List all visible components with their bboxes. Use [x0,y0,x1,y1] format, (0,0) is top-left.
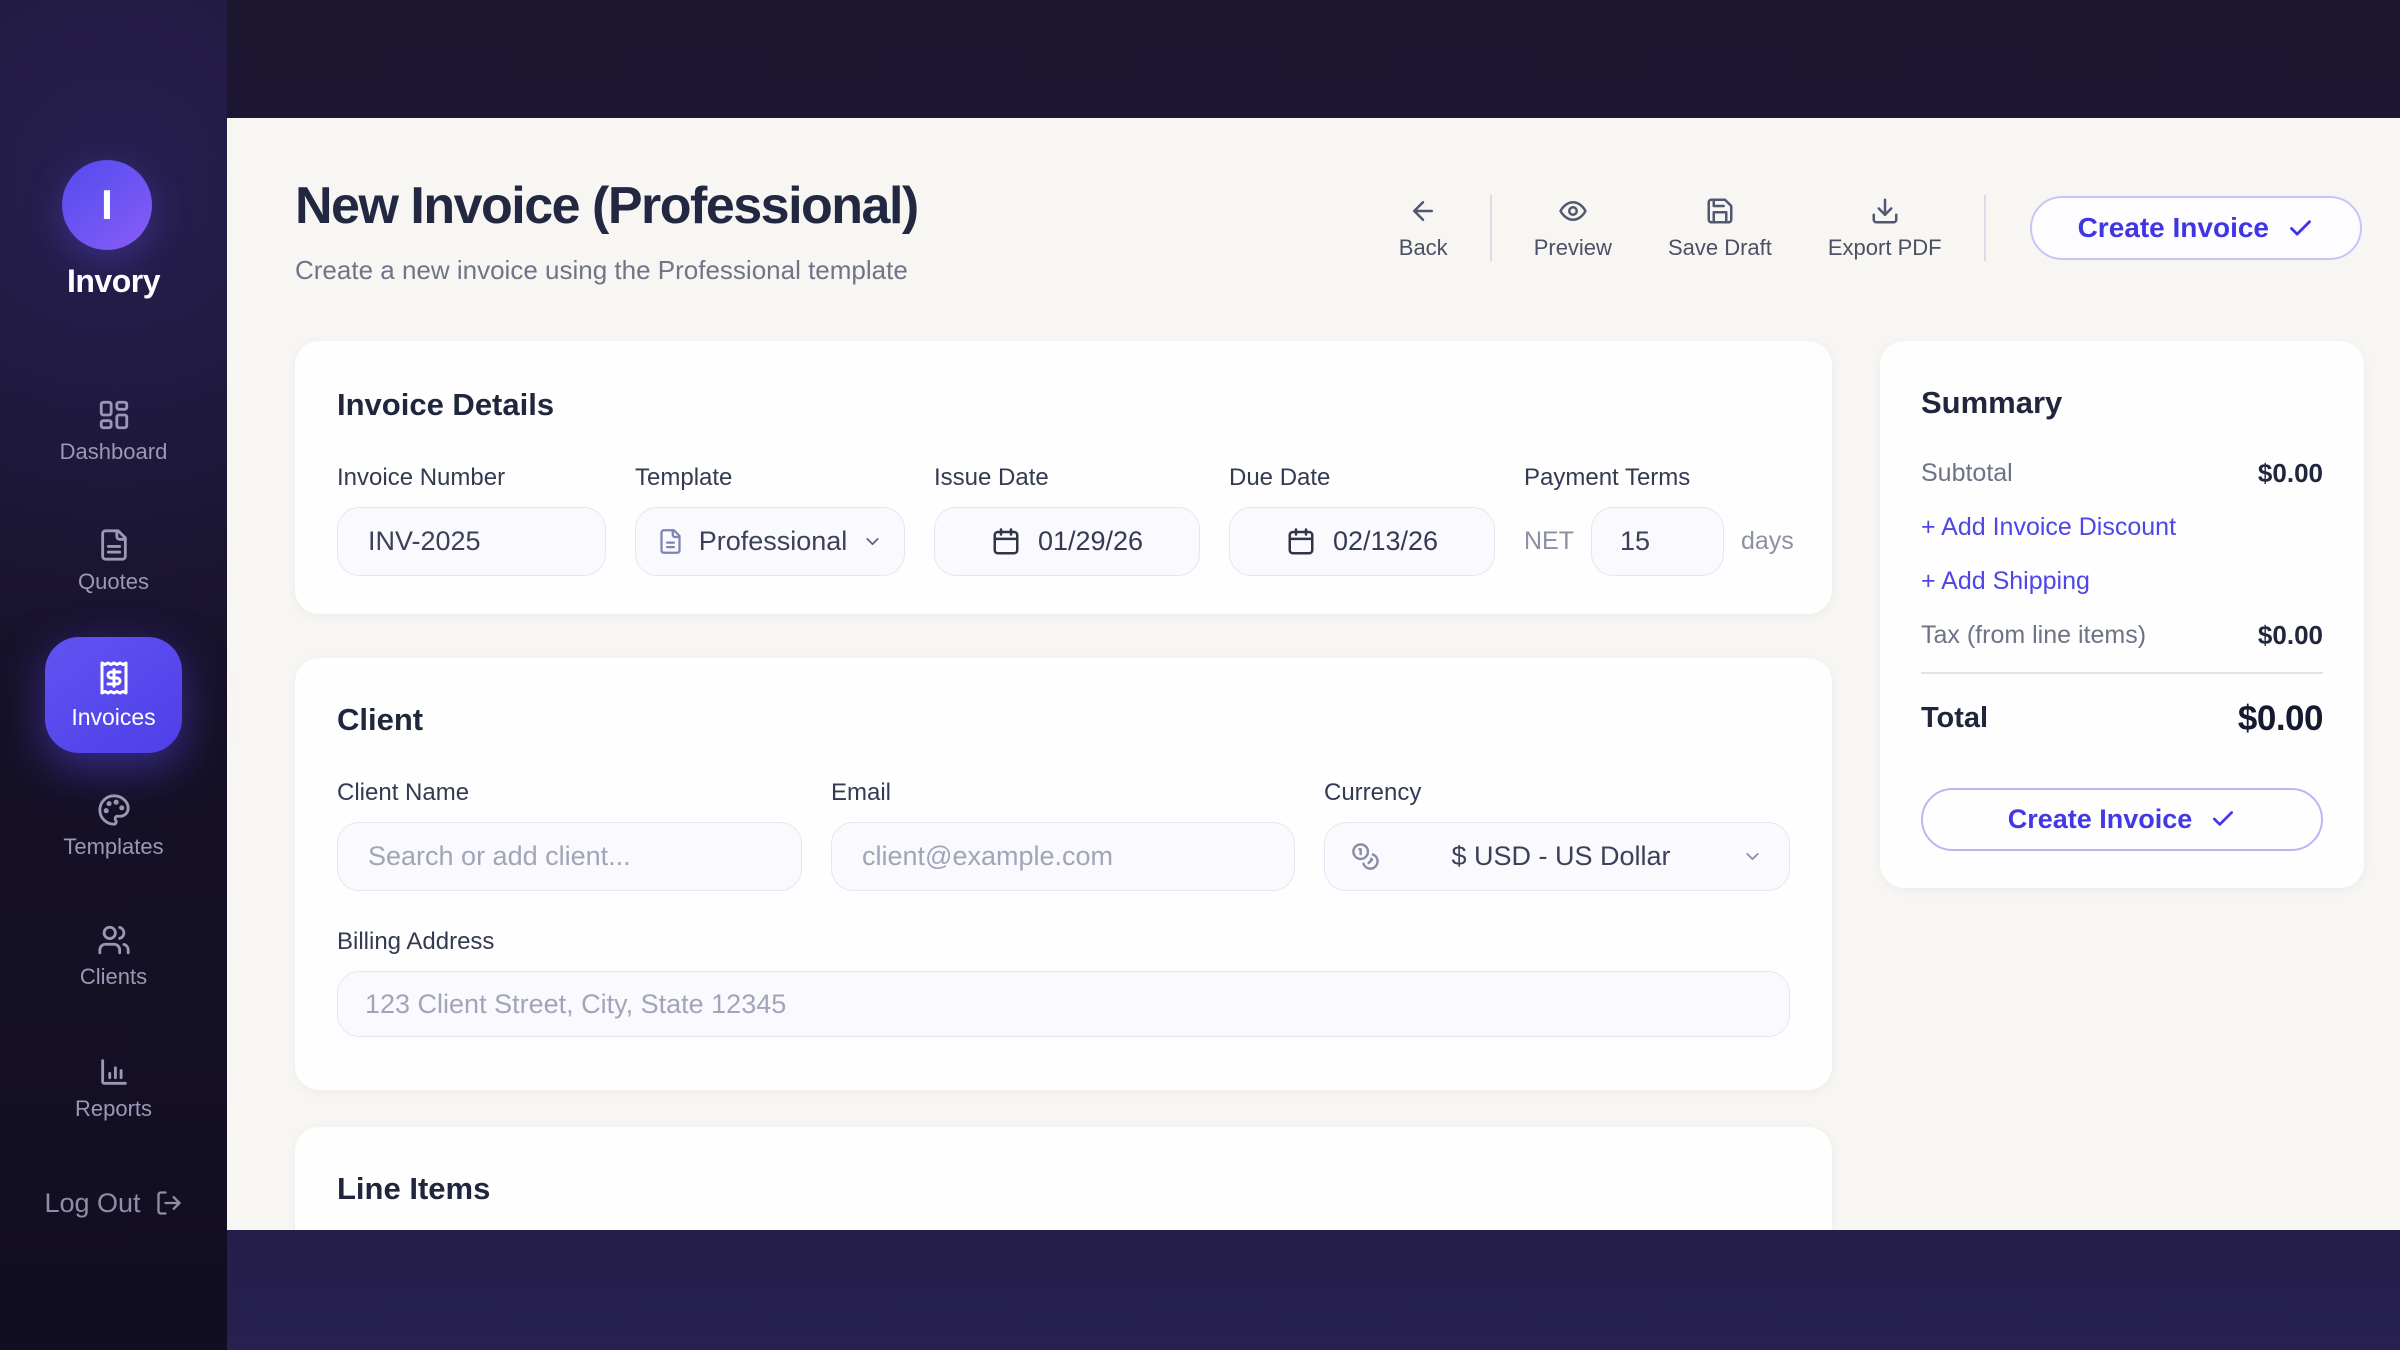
payment-terms-label: Payment Terms [1524,463,1794,493]
app-name: Invory [0,263,227,300]
users-icon [97,923,131,957]
app-logo-letter: I [101,181,113,229]
template-label: Template [635,463,905,493]
client-name-label: Client Name [337,778,802,808]
page-subtitle: Create a new invoice using the Professio… [295,255,908,286]
calendar-icon [991,527,1021,557]
sidebar-item-dashboard[interactable]: Dashboard [0,398,227,470]
net-prefix: NET [1524,527,1574,556]
chevron-down-icon [1742,846,1763,867]
invoice-number-label: Invoice Number [337,463,606,493]
sidebar: I Invory Dashboard Quotes Invoices Templ… [0,0,227,1350]
sidebar-item-templates[interactable]: Templates [0,793,227,865]
line-items-heading: Line Items [337,1171,1790,1207]
summary-divider [1921,672,2323,674]
client-name-input[interactable] [337,822,802,891]
check-icon [2287,215,2314,242]
check-icon [2210,806,2236,832]
logout-label: Log Out [44,1188,140,1219]
days-suffix: days [1741,527,1794,556]
issue-date-label: Issue Date [934,463,1200,493]
add-invoice-discount-link[interactable]: + Add Invoice Discount [1921,512,2323,542]
arrow-left-icon [1408,196,1438,226]
currency-select[interactable]: $ USD - US Dollar [1324,822,1790,891]
sidebar-item-reports[interactable]: Reports [0,1055,227,1127]
billing-address-input[interactable] [337,971,1790,1037]
payment-terms-input[interactable] [1591,507,1724,576]
create-invoice-label: Create Invoice [2008,804,2193,835]
back-label: Back [1399,235,1448,261]
client-card: Client Client Name Email Currency $ USD … [295,658,1832,1090]
add-shipping-link[interactable]: + Add Shipping [1921,566,2323,596]
sidebar-item-quotes[interactable]: Quotes [0,528,227,600]
header-actions: Back Preview Save Draft Export PDF Creat… [1371,188,2362,268]
save-draft-label: Save Draft [1668,235,1772,261]
dashboard-icon [97,398,131,432]
coins-icon [1351,842,1380,871]
save-draft-button[interactable]: Save Draft [1668,196,1772,261]
due-date-value: 02/13/26 [1333,526,1438,557]
sidebar-item-clients[interactable]: Clients [0,923,227,995]
file-text-icon [657,528,684,555]
main-panel: New Invoice (Professional) Create a new … [227,118,2400,1230]
total-value: $0.00 [2238,699,2323,739]
quotes-icon [97,528,131,562]
logout-icon [155,1189,183,1217]
sidebar-item-label: Reports [75,1096,152,1122]
header-divider [1984,195,1986,261]
page-title: New Invoice (Professional) [295,176,918,236]
invoice-details-card: Invoice Details Invoice Number Template … [295,341,1832,614]
header-divider [1490,195,1492,261]
currency-value: $ USD - US Dollar [1380,841,1742,872]
line-items-card: Line Items [295,1127,1832,1230]
chevron-down-icon [862,531,883,552]
template-select[interactable]: Professional [635,507,905,576]
eye-icon [1558,196,1588,226]
sidebar-item-label: Quotes [78,569,149,595]
sidebar-item-label: Dashboard [60,439,168,465]
billing-address-label: Billing Address [337,927,1790,957]
preview-label: Preview [1534,235,1612,261]
create-invoice-label: Create Invoice [2078,212,2269,244]
subtotal-row: Subtotal $0.00 [1921,458,2323,488]
export-pdf-label: Export PDF [1828,235,1942,261]
summary-card: Summary Subtotal $0.00 + Add Invoice Dis… [1880,341,2364,888]
save-icon [1705,196,1735,226]
preview-button[interactable]: Preview [1534,196,1612,261]
summary-heading: Summary [1921,385,2323,421]
app-logo[interactable]: I [62,160,152,250]
template-value: Professional [699,526,848,557]
due-date-field[interactable]: 02/13/26 [1229,507,1495,576]
subtotal-value: $0.00 [2258,458,2323,489]
currency-label: Currency [1324,778,1790,808]
total-label: Total [1921,702,1988,735]
tax-row: Tax (from line items) $0.00 [1921,620,2323,650]
invoice-receipt-icon [96,660,132,696]
due-date-label: Due Date [1229,463,1495,493]
email-input[interactable] [831,822,1295,891]
download-icon [1870,196,1900,226]
bar-chart-icon [97,1055,131,1089]
sidebar-item-label: Templates [63,834,163,860]
sidebar-item-invoices[interactable]: Invoices [45,637,182,753]
total-row: Total $0.00 [1921,698,2323,740]
tax-label: Tax (from line items) [1921,621,2146,650]
issue-date-field[interactable]: 01/29/26 [934,507,1200,576]
email-label: Email [831,778,1295,808]
invoice-details-heading: Invoice Details [337,387,1790,423]
create-invoice-button-top[interactable]: Create Invoice [2030,196,2362,260]
client-heading: Client [337,702,1790,738]
calendar-icon [1286,527,1316,557]
subtotal-label: Subtotal [1921,459,2013,488]
issue-date-value: 01/29/26 [1038,526,1143,557]
back-button[interactable]: Back [1399,196,1448,261]
logout-button[interactable]: Log Out [0,1178,227,1228]
tax-value: $0.00 [2258,620,2323,651]
sidebar-item-label: Invoices [71,704,155,731]
invoice-number-input[interactable] [337,507,606,576]
sidebar-item-label: Clients [80,964,147,990]
create-invoice-button-summary[interactable]: Create Invoice [1921,788,2323,851]
export-pdf-button[interactable]: Export PDF [1828,196,1942,261]
palette-icon [97,793,131,827]
